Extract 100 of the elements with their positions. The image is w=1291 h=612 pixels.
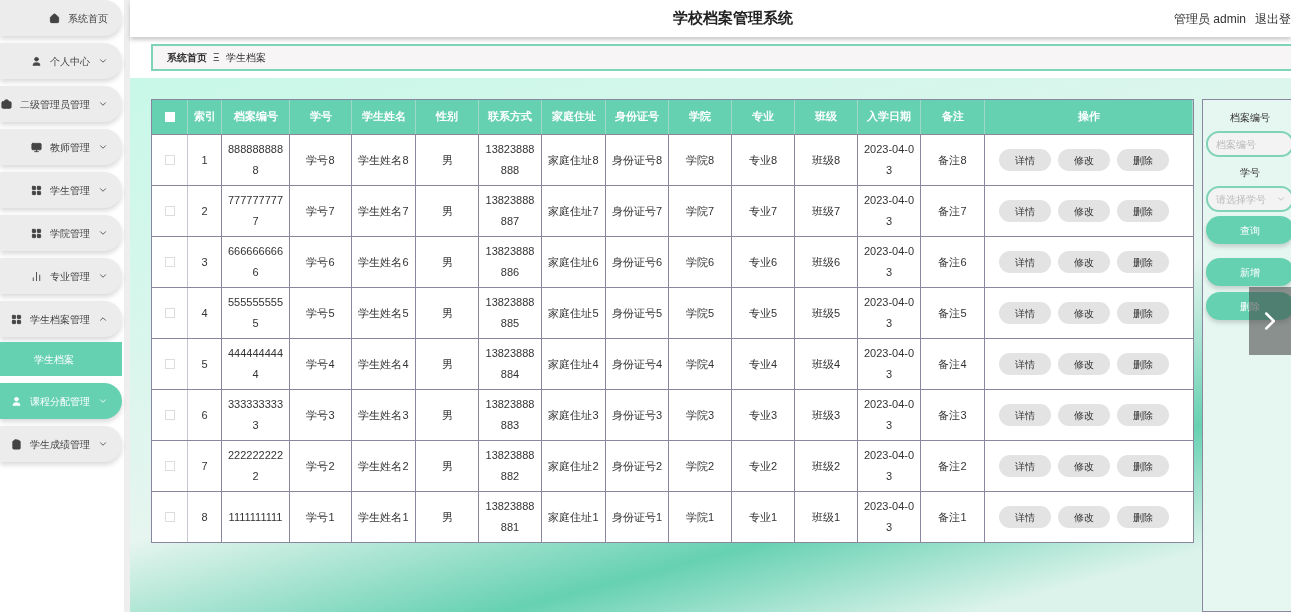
next-arrow-button[interactable]	[1249, 287, 1291, 355]
sidebar-label: 学生档案管理	[30, 312, 90, 327]
table-cell-text: 身份证号6	[611, 254, 663, 270]
table-cell-text: 学号1	[306, 509, 335, 525]
action-button[interactable]: 删除	[1117, 506, 1169, 528]
action-button[interactable]: 详情	[999, 149, 1051, 171]
row-checkbox[interactable]	[164, 461, 175, 471]
action-button[interactable]: 修改	[1058, 353, 1110, 375]
table-cell-text: 5555555555	[227, 295, 284, 331]
sidebar-item[interactable]: 学生档案管理	[0, 301, 122, 337]
sidebar-item[interactable]: 学生管理	[0, 172, 122, 208]
table-cell-text: 身份证号3	[611, 407, 663, 423]
bar-chart-icon	[31, 270, 42, 282]
action-button[interactable]: 详情	[999, 506, 1051, 528]
row-checkbox[interactable]	[164, 155, 175, 165]
table-cell-text: 专业4	[748, 356, 778, 372]
sidebar-item[interactable]: 个人中心	[0, 43, 122, 79]
logout-link[interactable]: 退出登	[1255, 9, 1291, 28]
table-cell-text: 专业2	[748, 458, 778, 474]
row-checkbox[interactable]	[164, 359, 175, 369]
action-button[interactable]: 删除	[1117, 404, 1169, 426]
table-cell-text: 专业6	[748, 254, 778, 270]
row-checkbox[interactable]	[164, 512, 175, 522]
action-button[interactable]: 修改	[1058, 455, 1110, 477]
column-header: 操作	[985, 100, 1193, 134]
action-button[interactable]: 删除	[1117, 251, 1169, 273]
sidebar-label: 学生管理	[50, 183, 90, 198]
action-button[interactable]: 修改	[1058, 149, 1110, 171]
action-button[interactable]: 修改	[1058, 506, 1110, 528]
table-cell-text: 学号5	[306, 305, 335, 321]
row-checkbox[interactable]	[164, 308, 175, 318]
table-cell-text: 学院5	[685, 305, 715, 321]
table-cell-text: 专业1	[748, 509, 778, 525]
monitor-icon	[31, 141, 42, 153]
column-header: 入学日期	[858, 100, 921, 134]
table-cell-text: 学院2	[685, 458, 715, 474]
column-header: 学院	[669, 100, 732, 134]
table-cell-text: 13823888882	[484, 448, 536, 484]
action-button[interactable]: 删除	[1117, 353, 1169, 375]
table-cell-text: 13823888883	[484, 397, 536, 433]
action-button[interactable]: 修改	[1058, 404, 1110, 426]
table-cell-text: 13823888884	[484, 346, 536, 382]
table-cell-text: 学生姓名7	[358, 203, 409, 219]
sidebar-label: 学院管理	[50, 226, 90, 241]
table-cell-text: 备注2	[938, 458, 967, 474]
user-icon	[31, 55, 42, 67]
sidebar-item[interactable]: 系统首页	[0, 0, 122, 36]
action-button[interactable]: 修改	[1058, 200, 1110, 222]
action-button[interactable]: 删除	[1117, 149, 1169, 171]
table-cell-text: 3333333333	[227, 397, 284, 433]
action-button[interactable]: 删除	[1117, 200, 1169, 222]
sidebar-item[interactable]: 教师管理	[0, 129, 122, 165]
table-cell-text: 13823888888	[484, 142, 536, 178]
action-button[interactable]: 删除	[1117, 455, 1169, 477]
header-checkbox[interactable]	[164, 112, 175, 122]
sidebar-item[interactable]: 专业管理	[0, 258, 122, 294]
action-button[interactable]: 详情	[999, 251, 1051, 273]
table-cell-text: 备注1	[938, 509, 967, 525]
breadcrumb-link[interactable]: 系统首页	[167, 50, 207, 65]
table-cell-text: 男	[441, 458, 453, 474]
user-label: 管理员 admin	[1173, 10, 1246, 28]
sidebar-item[interactable]: 学生成绩管理	[0, 426, 122, 462]
column-header: 班级	[795, 100, 858, 134]
sidebar-label: 系统首页	[68, 11, 108, 26]
sidebar-label: 课程分配管理	[30, 394, 90, 409]
sidebar-item[interactable]: 学院管理	[0, 215, 122, 251]
table-cell-text: 家庭住址6	[548, 254, 599, 270]
action-button[interactable]: 修改	[1058, 302, 1110, 324]
table-cell-text: 2023-04-03	[863, 142, 915, 178]
table-cell-text: 男	[441, 407, 453, 423]
table-cell-text: 学生姓名3	[358, 407, 409, 423]
action-button[interactable]: 详情	[999, 353, 1051, 375]
table-cell-text: 2023-04-03	[863, 448, 915, 484]
column-header: 联系方式	[479, 100, 542, 134]
table-cell-text: 男	[441, 203, 453, 219]
action-button[interactable]: 删除	[1117, 302, 1169, 324]
chevron-down-icon	[1276, 194, 1286, 204]
table-cell-text: 家庭住址2	[548, 458, 599, 474]
table-cell-text: 备注5	[938, 305, 967, 321]
row-checkbox[interactable]	[164, 206, 175, 216]
home-icon	[49, 12, 60, 24]
table-cell-text: 身份证号2	[611, 458, 663, 474]
table-cell-text: 学生姓名6	[358, 254, 409, 270]
column-header: 身份证号	[606, 100, 669, 134]
action-button[interactable]: 详情	[999, 455, 1051, 477]
table-cell-text: 2023-04-03	[863, 499, 915, 535]
table-cell-text: 备注6	[938, 254, 967, 270]
table-cell-text: 学院4	[685, 356, 715, 372]
row-checkbox[interactable]	[164, 257, 175, 267]
table-cell-text: 家庭住址8	[548, 152, 599, 168]
row-checkbox[interactable]	[164, 410, 175, 420]
table-cell-text: 身份证号1	[611, 509, 663, 525]
action-button[interactable]: 详情	[999, 302, 1051, 324]
sidebar-item[interactable]: 二级管理员管理	[0, 86, 122, 122]
action-button[interactable]: 详情	[999, 404, 1051, 426]
column-header: 专业	[732, 100, 795, 134]
action-button[interactable]: 详情	[999, 200, 1051, 222]
table-cell-text: 班级1	[811, 509, 841, 525]
action-button[interactable]: 修改	[1058, 251, 1110, 273]
table-cell-text: 学院1	[685, 509, 715, 525]
